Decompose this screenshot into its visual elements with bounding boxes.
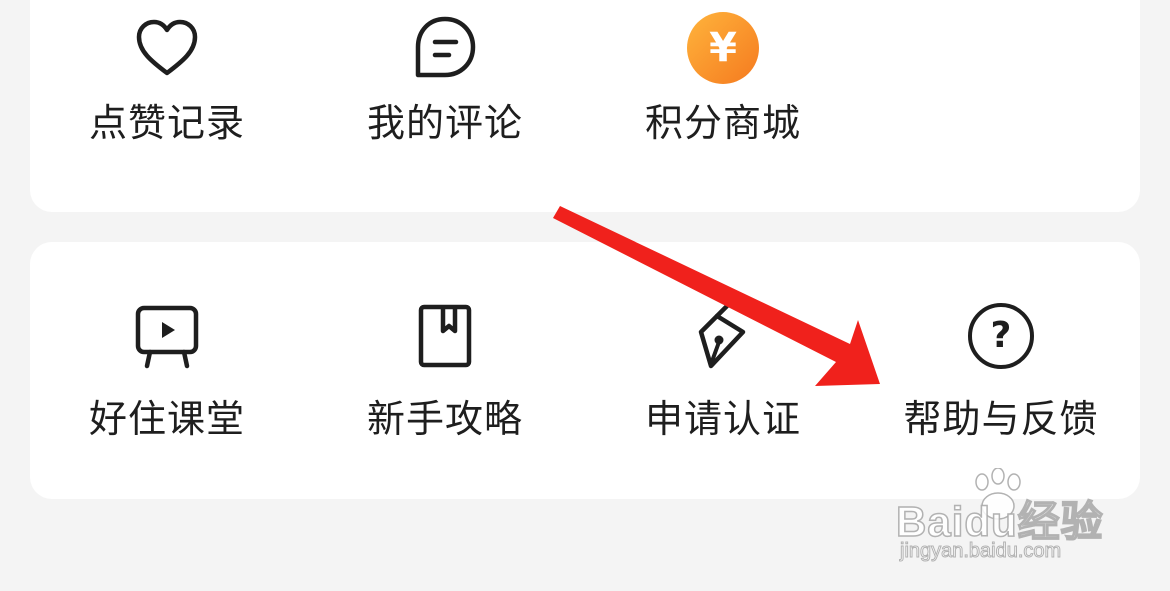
menu-item-likes[interactable]: 点赞记录 [47, 12, 287, 147]
menu-item-guide[interactable]: 新手攻略 [325, 300, 565, 443]
menu-item-classroom[interactable]: 好住课堂 [47, 300, 287, 443]
video-board-icon [133, 300, 201, 372]
pen-nib-icon [689, 300, 757, 372]
menu-item-comments[interactable]: 我的评论 [325, 12, 565, 147]
menu-item-help-feedback-label: 帮助与反馈 [903, 397, 1099, 441]
menu-item-certification-label: 申请认证 [644, 397, 801, 441]
menu-item-guide-label: 新手攻略 [366, 397, 523, 441]
menu-item-classroom-label: 好住课堂 [88, 397, 245, 441]
help-question-icon: ? [968, 300, 1034, 372]
menu-card-bottom: 好住课堂 新手攻略 申请认证 ? 帮助与反馈 [30, 242, 1140, 499]
menu-item-comments-label: 我的评论 [366, 101, 523, 145]
yen-coin-icon: ¥ [687, 12, 759, 84]
menu-item-certification[interactable]: 申请认证 [603, 300, 843, 443]
question-mark: ? [968, 303, 1034, 369]
menu-item-points-mall-label: 积分商城 [644, 101, 801, 145]
menu-card-top: 点赞记录 我的评论 ¥ 积分商城 [30, 0, 1140, 212]
comment-icon [410, 12, 480, 84]
menu-item-help-feedback[interactable]: ? 帮助与反馈 [881, 300, 1121, 443]
yen-symbol: ¥ [687, 12, 759, 84]
heart-icon [133, 12, 201, 84]
menu-item-likes-label: 点赞记录 [88, 101, 245, 145]
watermark-url: jingyan.baidu.com [899, 540, 1062, 563]
bookmark-book-icon [415, 300, 475, 372]
menu-item-points-mall[interactable]: ¥ 积分商城 [603, 12, 843, 147]
